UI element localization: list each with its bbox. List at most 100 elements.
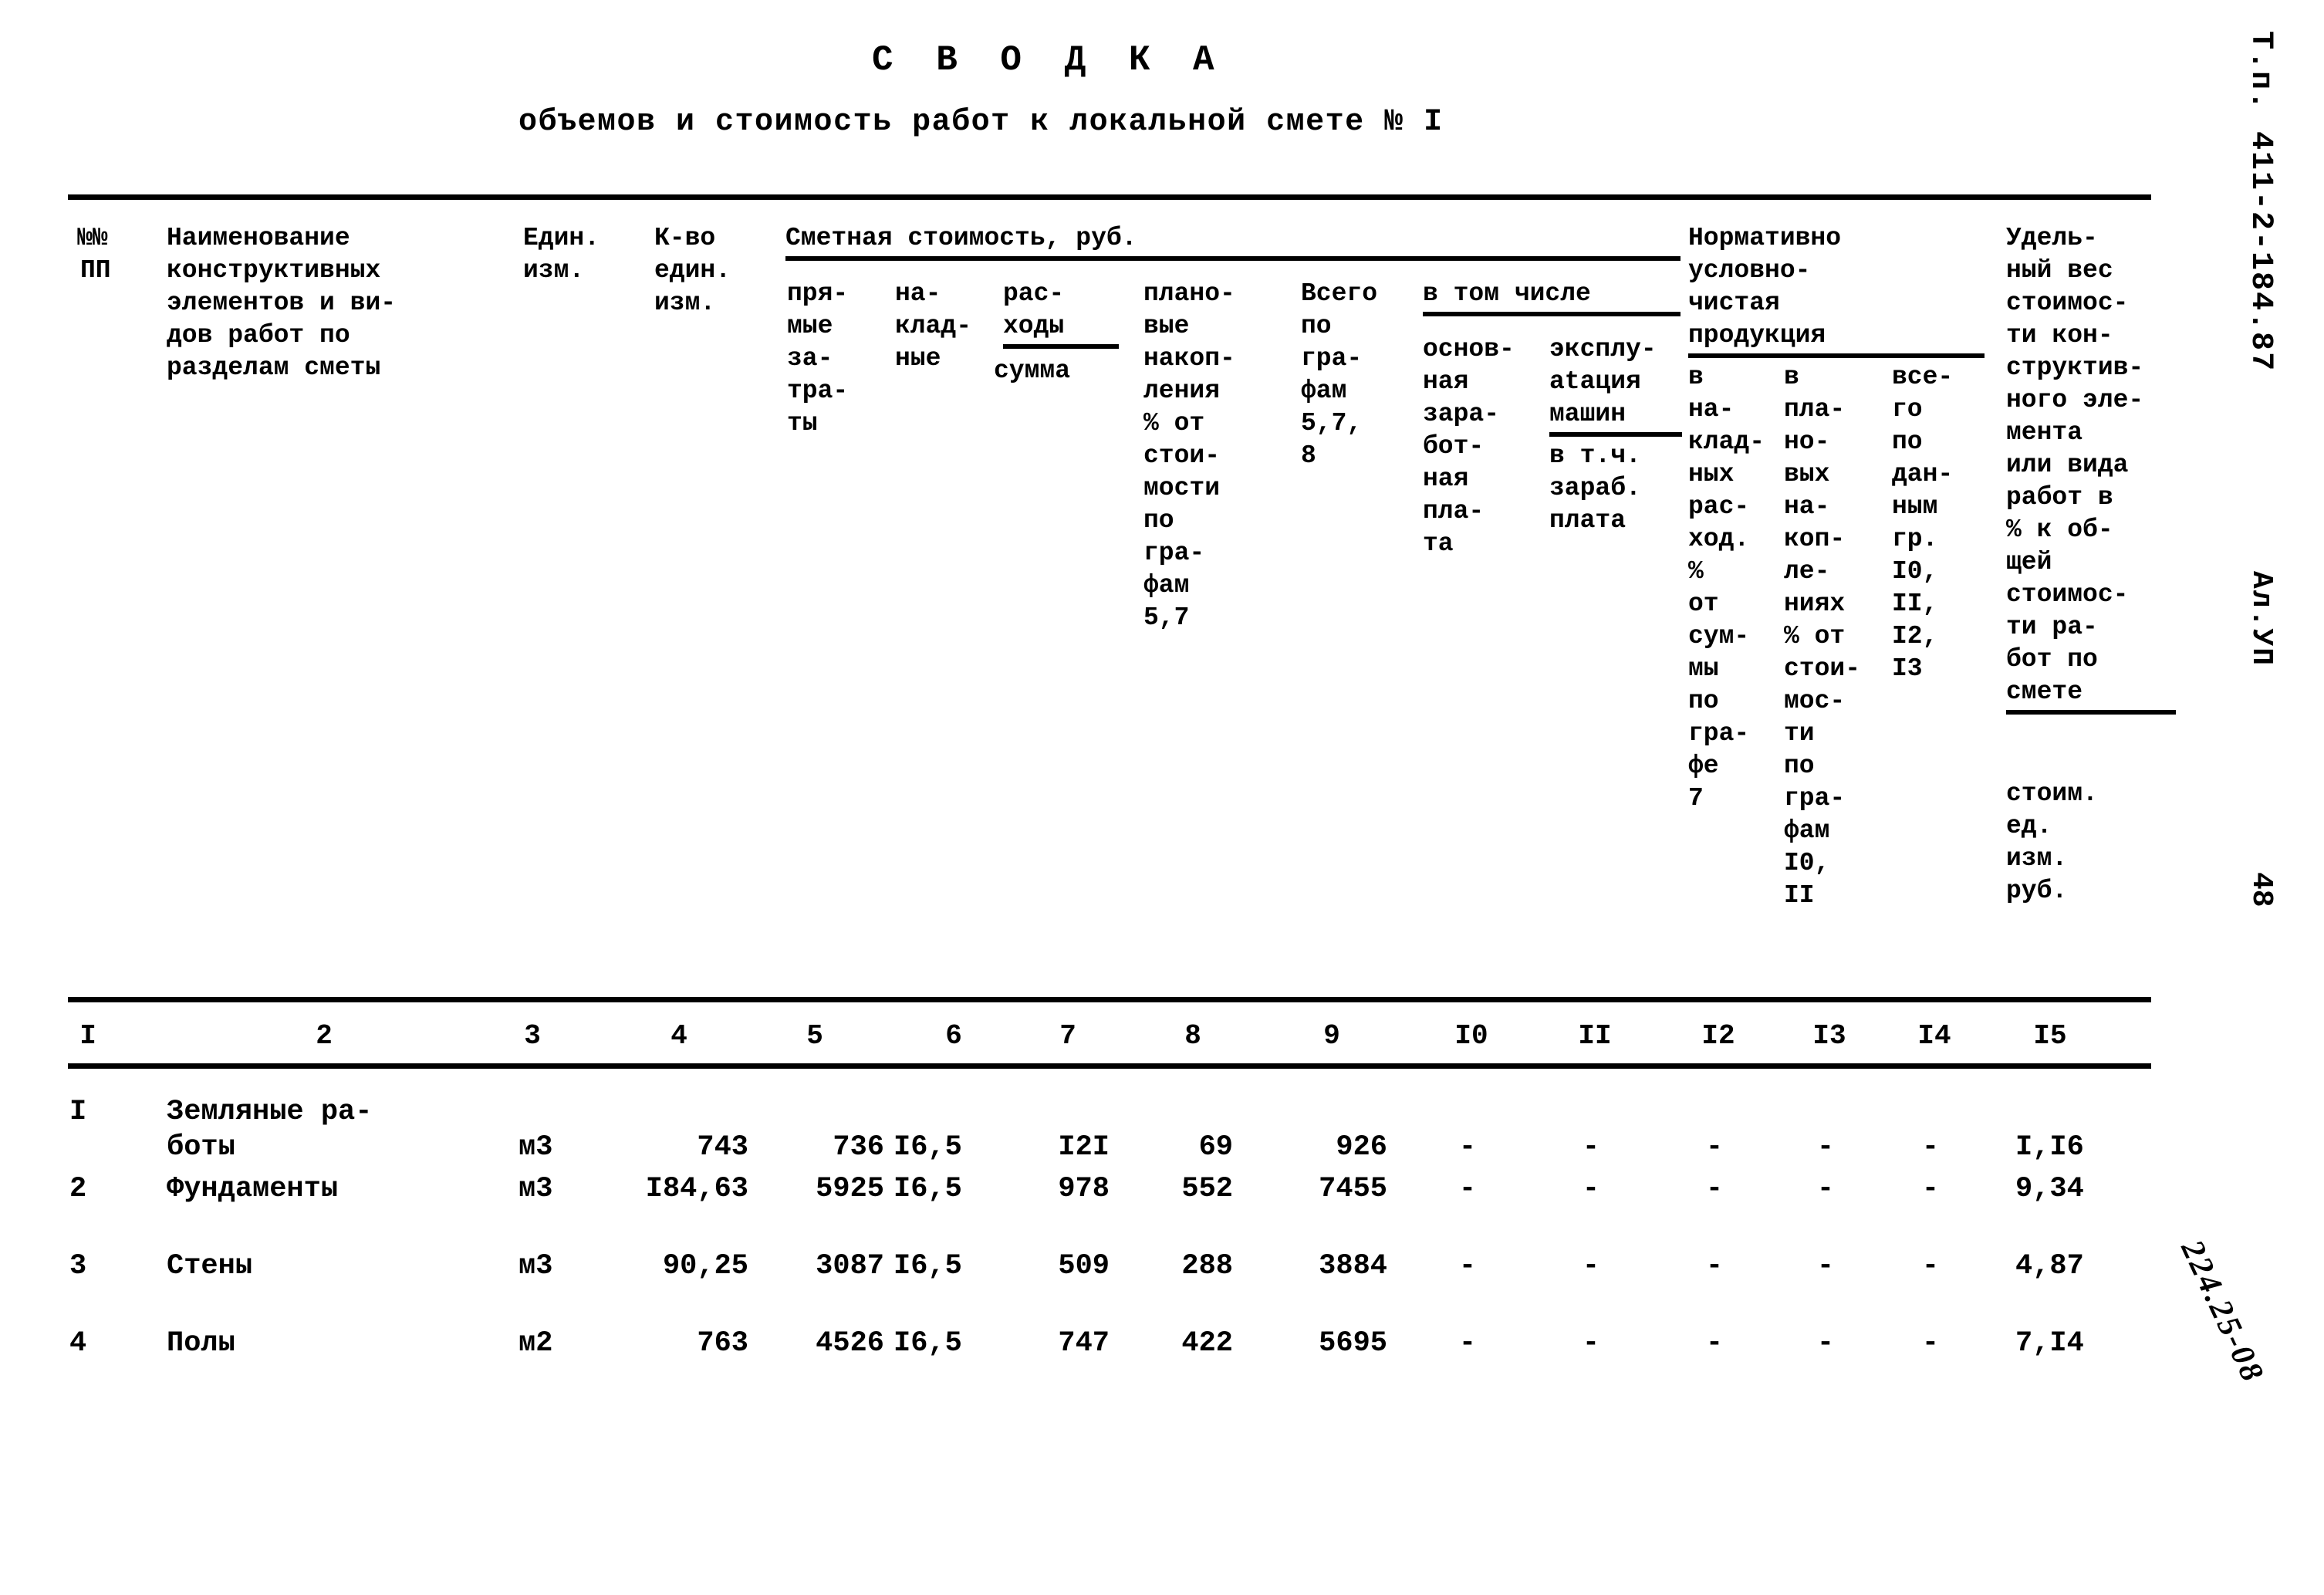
colnum-14: I4 <box>1917 1020 1951 1052</box>
header-col15-unit-cost: стоим. ед. изм. руб. <box>2006 779 2098 905</box>
margin-album-number: Ал.УП <box>2245 571 2278 667</box>
cell-share: I,I6 <box>2015 1131 2084 1164</box>
colnum-7: 7 <box>1059 1020 1076 1052</box>
header-col12-nchp-overhead: в на- клад- ных рас- ход. % от сум- мы п… <box>1688 363 1765 813</box>
colnum-2: 2 <box>316 1020 333 1052</box>
cell-nchp-profit: - <box>1816 1173 1835 1205</box>
cell-profit: 552 <box>1181 1173 1233 1205</box>
cell-share: 9,34 <box>2015 1173 2084 1205</box>
cell-nchp-overhead: - <box>1705 1250 1724 1282</box>
colnum-1: I <box>79 1020 96 1052</box>
cell-unit: м3 <box>519 1173 553 1205</box>
header-col3-unit: Един. изм. <box>523 224 600 285</box>
cell-total: 3884 <box>1319 1250 1387 1282</box>
cell-total: 7455 <box>1319 1173 1387 1205</box>
colnum-top-rule <box>68 997 2151 1002</box>
cell-direct: 5925 <box>816 1173 884 1205</box>
cell-no: 3 <box>69 1250 87 1282</box>
cell-name: Стены <box>167 1250 253 1282</box>
cell-qty: 90,25 <box>662 1250 748 1282</box>
cell-name: Земляные ра- боты <box>167 1096 373 1164</box>
cell-total: 5695 <box>1319 1327 1387 1360</box>
cell-machines: - <box>1582 1131 1600 1164</box>
colnum-12: I2 <box>1701 1020 1735 1052</box>
cell-wages: - <box>1458 1173 1477 1205</box>
colnum-9: 9 <box>1323 1020 1340 1052</box>
cell-direct: 736 <box>833 1131 884 1164</box>
cell-machines: - <box>1582 1250 1600 1282</box>
cell-nchp-profit: - <box>1816 1250 1835 1282</box>
cell-name: Полы <box>167 1327 235 1360</box>
cell-total: 926 <box>1336 1131 1387 1164</box>
cell-direct: 3087 <box>816 1250 884 1282</box>
header-col6-overhead: на- клад- ные <box>895 279 972 373</box>
margin-archive-stamp: 224.25-08 <box>2174 1235 2271 1389</box>
cell-overhead: I6,5 <box>893 1173 962 1205</box>
header-col4-qty: К-во един. изм. <box>654 224 731 317</box>
header-group-estimate-cost: Сметная стоимость, руб. <box>785 222 1681 261</box>
document-page: С В О Д К А объемов и стоимость работ к … <box>0 0 2324 1595</box>
cell-unit: м3 <box>519 1250 553 1282</box>
cell-nchp-total: - <box>1921 1173 1940 1205</box>
cell-no: 4 <box>69 1327 87 1360</box>
margin-project-code: Т.п. 411-2-184.87 <box>2243 31 2278 373</box>
header-col5-direct: пря- мые за- тра- ты <box>787 279 849 438</box>
header-group-nchp: Нормативно условно- чистая продукция <box>1688 222 1985 358</box>
cell-unit: м2 <box>519 1327 553 1360</box>
cell-qty: I84,63 <box>645 1173 748 1205</box>
cell-share: 4,87 <box>2015 1250 2084 1282</box>
cell-qty: 743 <box>697 1131 748 1164</box>
colnum-13: I3 <box>1812 1020 1846 1052</box>
header-col14-nchp-total: все- го по дан- ным гр. I0, II, I2, I3 <box>1892 363 1954 683</box>
cell-profit: 422 <box>1181 1327 1233 1360</box>
cell-expenses: 747 <box>1058 1327 1110 1360</box>
header-col11-machines: эксплу- atация машин <box>1549 333 1682 437</box>
cell-expenses: 978 <box>1058 1173 1110 1205</box>
cell-machines: - <box>1582 1327 1600 1360</box>
cell-no: 2 <box>69 1173 87 1205</box>
cell-nchp-total: - <box>1921 1250 1940 1282</box>
header-group-including: в том числе <box>1423 278 1681 316</box>
cell-wages: - <box>1458 1327 1477 1360</box>
colnum-4: 4 <box>671 1020 687 1052</box>
cell-profit: 69 <box>1198 1131 1233 1164</box>
cell-nchp-profit: - <box>1816 1327 1835 1360</box>
cell-unit: м3 <box>519 1131 553 1164</box>
page-subtitle: объемов и стоимость работ к локальной см… <box>519 105 1444 140</box>
colnum-3: 3 <box>524 1020 541 1052</box>
cell-direct: 4526 <box>816 1327 884 1360</box>
colnum-15: I5 <box>2033 1020 2067 1052</box>
header-col2-name: Наименование конструктивных элементов и … <box>167 224 397 382</box>
cell-wages: - <box>1458 1250 1477 1282</box>
cell-machines: - <box>1582 1173 1600 1205</box>
header-col10-basic-wages: основ- ная зара- бот- ная пла- та <box>1423 335 1515 558</box>
cell-nchp-overhead: - <box>1705 1173 1724 1205</box>
cell-nchp-overhead: - <box>1705 1327 1724 1360</box>
table-top-rule <box>68 194 2151 200</box>
header-col1-no: №№ <box>77 224 108 252</box>
header-col9-total: Всего по гра- фам 5,7, 8 <box>1301 279 1378 470</box>
cell-nchp-profit: - <box>1816 1131 1835 1164</box>
margin-page-number: 48 <box>2245 872 2278 907</box>
cell-nchp-overhead: - <box>1705 1131 1724 1164</box>
header-col15-share: Удель- ный вес стоимос- ти кон- структив… <box>2006 222 2176 715</box>
cell-profit: 288 <box>1181 1250 1233 1282</box>
header-col1-pp: ПП <box>80 256 111 285</box>
colnum-10: I0 <box>1454 1020 1488 1052</box>
cell-wages: - <box>1458 1131 1477 1164</box>
cell-qty: 763 <box>697 1327 748 1360</box>
header-col7-expenses: рас- ходы <box>1003 278 1119 349</box>
cell-overhead: I6,5 <box>893 1327 962 1360</box>
colnum-8: 8 <box>1184 1020 1201 1052</box>
cell-name: Фундаменты <box>167 1173 339 1205</box>
cell-expenses: 509 <box>1058 1250 1110 1282</box>
header-col7-sum: сумма <box>994 357 1071 385</box>
cell-overhead: I6,5 <box>893 1250 962 1282</box>
cell-nchp-total: - <box>1921 1327 1940 1360</box>
colnum-6: 6 <box>945 1020 962 1052</box>
header-col11-wages-sub: в т.ч. зараб. плата <box>1549 441 1641 535</box>
header-col13-nchp-profit: в пла- но- вых на- коп- ле- ниях % от ст… <box>1784 363 1861 910</box>
colnum-5: 5 <box>806 1020 823 1052</box>
colnum-bottom-rule <box>68 1063 2151 1069</box>
cell-no: I <box>69 1096 87 1128</box>
